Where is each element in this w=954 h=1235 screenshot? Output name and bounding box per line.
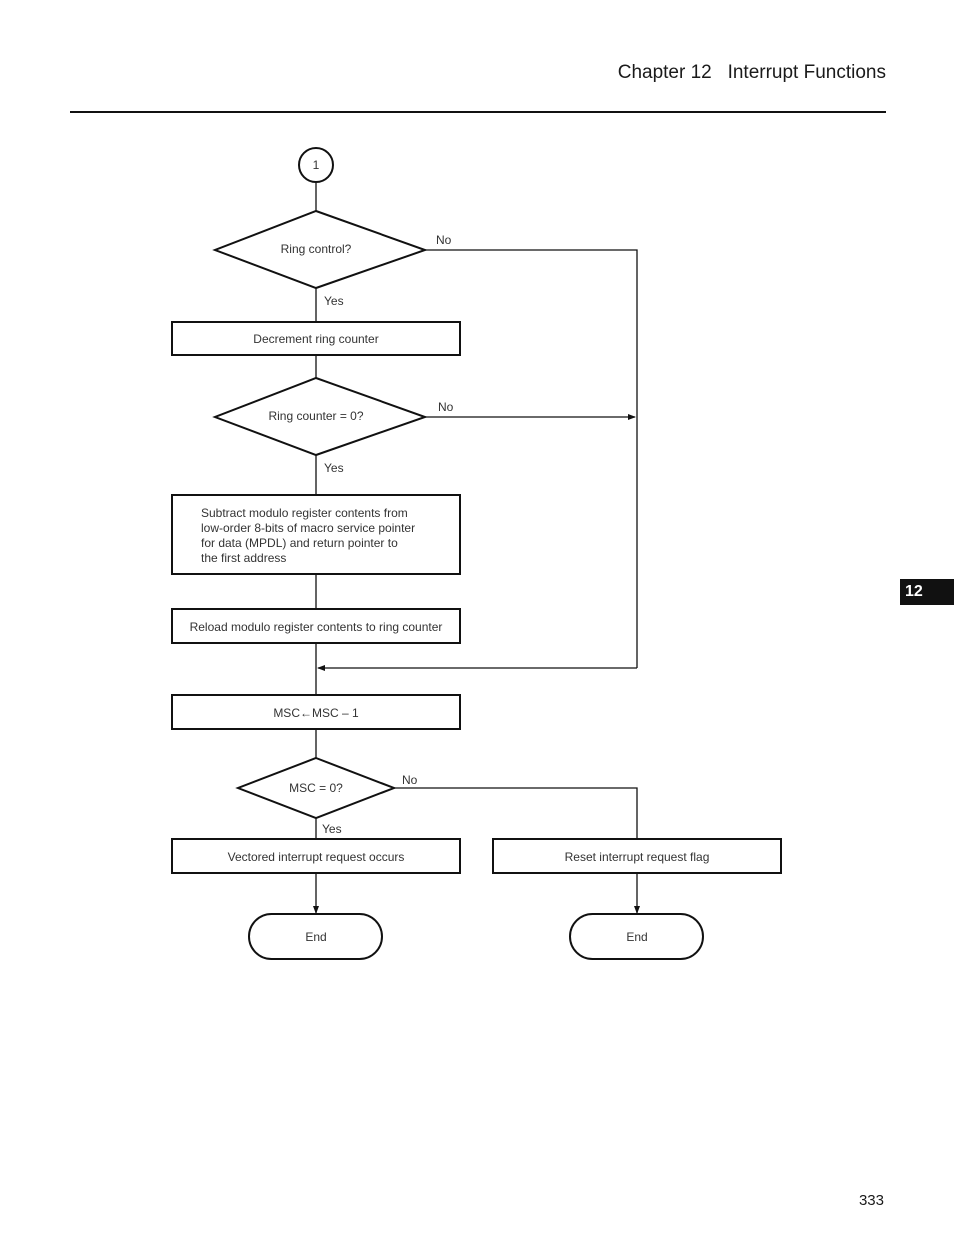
yes-label: Yes	[324, 294, 344, 308]
decision-ring-counter-zero: Ring counter = 0?	[212, 376, 429, 457]
no-branch-msc	[394, 787, 638, 839]
process-decrement-ring-counter: Decrement ring counter	[171, 321, 461, 356]
process-subtract-line: for data (MPDL) and return pointer to	[201, 536, 398, 550]
terminal-end-right: End	[569, 913, 704, 960]
terminal-end-left: End	[248, 913, 383, 960]
terminal-end-left-label: End	[305, 930, 326, 944]
decision-ring-counter-label: Ring counter = 0?	[268, 409, 363, 423]
yes-label: Yes	[322, 822, 342, 836]
process-vectored-label: Vectored interrupt request occurs	[228, 850, 405, 864]
flowchart: 1 Ring control? No Yes Decrement ring co…	[171, 147, 782, 960]
no-label: No	[438, 400, 454, 414]
process-subtract-modulo: Subtract modulo register contents from l…	[171, 494, 461, 575]
process-msc-decrement: MSC←MSC – 1	[171, 694, 461, 730]
process-decrement-label: Decrement ring counter	[253, 332, 378, 346]
process-subtract-line: the first address	[201, 551, 286, 565]
process-vectored-interrupt: Vectored interrupt request occurs	[171, 838, 461, 874]
start-connector: 1	[298, 147, 334, 183]
process-reset-flag: Reset interrupt request flag	[492, 838, 782, 874]
decision-ring-control: Ring control?	[212, 209, 429, 290]
yes-label: Yes	[324, 461, 344, 475]
process-reset-flag-label: Reset interrupt request flag	[565, 850, 710, 864]
process-subtract-line: low-order 8-bits of macro service pointe…	[201, 521, 415, 535]
start-connector-label: 1	[313, 158, 320, 172]
terminal-end-right-label: End	[626, 930, 647, 944]
no-label: No	[436, 233, 452, 247]
process-reload-modulo: Reload modulo register contents to ring …	[171, 608, 461, 644]
process-msc-decrement-label: MSC←MSC – 1	[273, 706, 359, 720]
decision-msc-zero-label: MSC = 0?	[289, 781, 343, 795]
process-subtract-line: Subtract modulo register contents from	[201, 506, 408, 520]
decision-ring-control-label: Ring control?	[281, 242, 352, 256]
no-branch-ring-control	[425, 249, 638, 668]
chapter-tab: 12	[900, 579, 954, 605]
page-number: 333	[858, 1192, 884, 1209]
decision-msc-zero: MSC = 0?	[235, 756, 397, 820]
no-label: No	[402, 773, 418, 787]
process-reload-label: Reload modulo register contents to ring …	[190, 620, 443, 634]
